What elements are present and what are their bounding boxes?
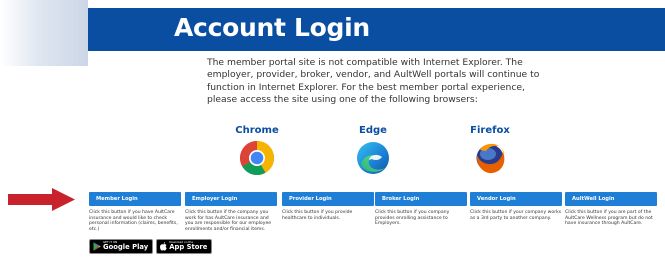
header-bar: Account Login xyxy=(88,8,665,51)
browser-firefox: Firefox xyxy=(450,125,530,176)
browser-name: Firefox xyxy=(470,125,510,136)
portal-broker: Broker Login Click this button if you co… xyxy=(375,192,467,227)
vendor-login-button[interactable]: Vendor Login xyxy=(470,192,562,206)
page-title: Account Login xyxy=(174,13,370,42)
broker-login-description: Click this button if you company provide… xyxy=(375,210,450,227)
firefox-icon xyxy=(476,143,505,174)
google-play-label: Google Play xyxy=(103,243,149,252)
portal-vendor: Vendor Login Click this button if your c… xyxy=(470,192,562,221)
browser-edge: Edge xyxy=(333,125,413,176)
left-gradient-panel xyxy=(0,0,88,66)
edge-icon xyxy=(357,142,389,174)
portal-employer: Employer Login Click this button if the … xyxy=(185,192,277,233)
provider-login-description: Click this button if you provide healthc… xyxy=(282,210,353,221)
broker-login-button[interactable]: Broker Login xyxy=(375,192,467,206)
member-login-button[interactable]: Member Login xyxy=(89,192,181,206)
left-blank-panel xyxy=(0,66,88,259)
app-store-badge[interactable]: Download on the App Store xyxy=(156,239,213,254)
aultwell-login-description: Click this button if you are part of the… xyxy=(565,210,653,227)
employer-login-button[interactable]: Employer Login xyxy=(185,192,277,206)
vendor-login-description: Click this button if your company works … xyxy=(470,210,562,221)
browser-name: Edge xyxy=(359,125,387,136)
employer-login-description: Click this button if the company you wor… xyxy=(185,210,272,233)
google-play-badge[interactable]: GET IT ON Google Play xyxy=(89,239,154,254)
aultwell-login-button[interactable]: AultWell Login xyxy=(565,192,657,206)
app-store-label: App Store xyxy=(169,243,208,252)
provider-login-button[interactable]: Provider Login xyxy=(282,192,374,206)
pointer-arrow-icon xyxy=(8,188,75,211)
app-store-badges: GET IT ON Google Play Download on the Ap… xyxy=(89,239,213,254)
browser-chrome: Chrome xyxy=(217,125,297,176)
portal-provider: Provider Login Click this button if you … xyxy=(282,192,374,221)
chrome-icon xyxy=(240,141,274,175)
portal-member: Member Login Click this button if you ha… xyxy=(89,192,181,233)
browser-name: Chrome xyxy=(235,125,279,136)
google-play-icon xyxy=(93,242,101,251)
browser-compatibility-notice: The member portal site is not compatible… xyxy=(207,57,540,105)
apple-icon xyxy=(160,242,167,251)
member-login-description: Click this button if you have AultCare i… xyxy=(89,210,178,233)
portal-aultwell: AultWell Login Click this button if you … xyxy=(565,192,657,227)
